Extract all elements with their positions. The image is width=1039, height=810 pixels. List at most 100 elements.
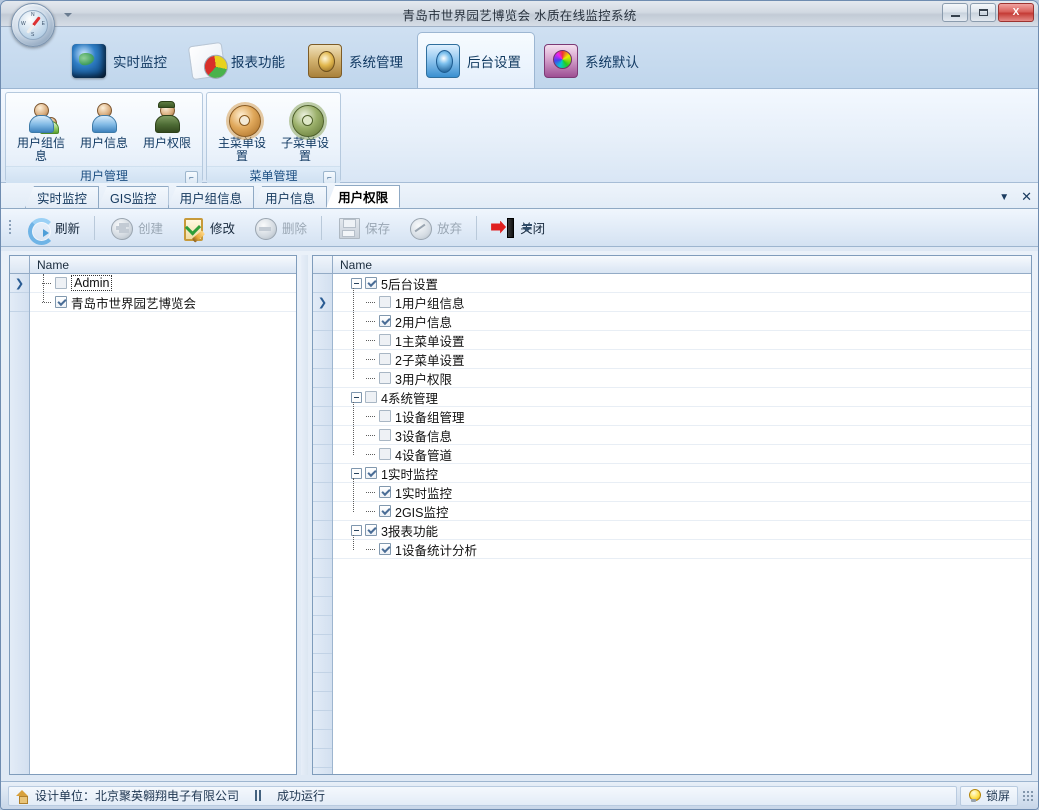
ribbon-button-user-group-info[interactable]: 用户组信息 (10, 97, 72, 166)
ribbon-button-user-info[interactable]: 用户信息 (73, 97, 135, 153)
close-icon[interactable]: ✕ (1021, 189, 1032, 205)
ribbon-tab-system-default[interactable]: 系统默认 (535, 32, 653, 88)
row-label: 2子菜单设置 (395, 350, 464, 369)
lock-screen-button[interactable]: 锁屏 (960, 786, 1018, 806)
row-checkbox[interactable] (55, 296, 67, 308)
row-checkbox[interactable] (365, 391, 377, 403)
document-tab-strip: 实时监控 GIS监控 用户组信息 用户信息 用户权限 ▼ ✕ (1, 183, 1038, 209)
table-row[interactable]: 1用户组信息 (333, 293, 1031, 312)
ribbon-tab-realtime[interactable]: 实时监控 (63, 32, 181, 88)
ribbon-button-main-menu-setting[interactable]: 主菜单设置 (211, 97, 273, 166)
table-row[interactable]: 3用户权限 (333, 369, 1031, 388)
toolbar-drag-handle[interactable] (7, 217, 14, 239)
row-checkbox[interactable] (379, 372, 391, 384)
table-row[interactable]: 青岛市世界园艺博览会 (30, 293, 296, 312)
ribbon-panel: 用户组信息 用户信息 用户权限 用户管理 ⌐ 主菜单设置 (1, 89, 1038, 183)
row-checkbox[interactable] (379, 486, 391, 498)
ribbon-tab-system-manage[interactable]: 系统管理 (299, 32, 417, 88)
table-row[interactable]: 2用户信息 (333, 312, 1031, 331)
table-row[interactable]: 1主菜单设置 (333, 331, 1031, 350)
ribbon-tab-label: 实时监控 (113, 51, 167, 71)
row-indicator[interactable] (313, 540, 332, 559)
row-indicator[interactable] (313, 426, 332, 445)
table-row[interactable]: 2GIS监控 (333, 502, 1031, 521)
toolbar-overflow-button[interactable] (520, 218, 534, 238)
right-column-header-name: Name (333, 256, 1031, 273)
row-checkbox[interactable] (379, 543, 391, 555)
tab-user-info[interactable]: 用户信息 (253, 186, 327, 208)
row-checkbox[interactable] (379, 410, 391, 422)
table-row[interactable]: 1实时监控 (333, 464, 1031, 483)
table-row[interactable]: 1实时监控 (333, 483, 1031, 502)
button-label: 修改 (210, 218, 235, 237)
refresh-button[interactable]: 刷新 (18, 213, 88, 243)
row-indicator[interactable] (313, 369, 332, 388)
row-checkbox[interactable] (365, 277, 377, 289)
row-indicator[interactable] (313, 312, 332, 331)
tab-user-permission[interactable]: 用户权限 (326, 185, 400, 208)
row-checkbox[interactable] (379, 505, 391, 517)
row-indicator[interactable] (313, 350, 332, 369)
discard-button[interactable]: 放弃 (400, 213, 470, 243)
application-orb-button[interactable]: NS WE (11, 3, 55, 47)
row-checkbox[interactable] (55, 277, 67, 289)
row-indicator[interactable] (313, 483, 332, 502)
create-button[interactable]: 创建 (101, 213, 171, 243)
ribbon-tab-report[interactable]: 报表功能 (181, 32, 299, 88)
ribbon-button-sub-menu-setting[interactable]: 子菜单设置 (274, 97, 336, 166)
row-indicator[interactable] (313, 464, 332, 483)
row-indicator[interactable] (313, 388, 332, 407)
table-row[interactable]: 3报表功能 (333, 521, 1031, 540)
table-row[interactable]: 3设备信息 (333, 426, 1031, 445)
ribbon-button-user-permission[interactable]: 用户权限 (136, 97, 198, 153)
minimize-button[interactable] (942, 3, 968, 22)
application-window: NS WE 青岛市世界园艺博览会 水质在线监控系统 X 实时监控 报表功能 (0, 0, 1039, 810)
collapse-expand-icon[interactable] (351, 525, 362, 536)
collapse-expand-icon[interactable] (351, 392, 362, 403)
row-label: 3设备信息 (395, 426, 452, 445)
tab-gis-monitor[interactable]: GIS监控 (98, 186, 169, 208)
row-indicator[interactable]: ❯ (10, 274, 29, 293)
row-indicator[interactable] (313, 445, 332, 464)
tab-user-group-info[interactable]: 用户组信息 (168, 186, 255, 208)
chevron-down-icon[interactable]: ▼ (999, 192, 1009, 203)
table-row[interactable]: 1设备组管理 (333, 407, 1031, 426)
panel-splitter[interactable] (301, 255, 308, 775)
modify-button[interactable]: 修改 (173, 213, 243, 243)
row-indicator[interactable] (313, 502, 332, 521)
row-checkbox[interactable] (379, 334, 391, 346)
collapse-expand-icon[interactable] (351, 468, 362, 479)
resize-grip-icon[interactable] (1022, 790, 1034, 802)
row-indicator-empty (313, 673, 332, 692)
row-indicator[interactable] (10, 293, 29, 312)
table-row[interactable]: 2子菜单设置 (333, 350, 1031, 369)
row-indicator-empty (313, 597, 332, 616)
close-button[interactable]: X (998, 3, 1034, 22)
save-button[interactable]: 保存 (328, 213, 398, 243)
table-row[interactable]: 1设备统计分析 (333, 540, 1031, 559)
row-indicator[interactable] (313, 274, 332, 293)
ribbon-tab-backstage[interactable]: 后台设置 (417, 32, 535, 88)
close-view-button[interactable]: 关闭 (483, 213, 553, 243)
delete-button[interactable]: 删除 (245, 213, 315, 243)
table-row[interactable]: 5后台设置 (333, 274, 1031, 293)
maximize-button[interactable] (970, 3, 996, 22)
row-indicator[interactable] (313, 521, 332, 540)
table-row[interactable]: 4系统管理 (333, 388, 1031, 407)
row-checkbox[interactable] (379, 353, 391, 365)
collapse-expand-icon[interactable] (351, 278, 362, 289)
row-checkbox[interactable] (365, 467, 377, 479)
row-checkbox[interactable] (379, 296, 391, 308)
row-indicator[interactable] (313, 407, 332, 426)
row-indicator-empty (313, 692, 332, 711)
table-row[interactable]: 4设备管道 (333, 445, 1031, 464)
row-checkbox[interactable] (379, 448, 391, 460)
row-checkbox[interactable] (379, 429, 391, 441)
row-checkbox[interactable] (365, 524, 377, 536)
row-indicator[interactable] (313, 331, 332, 350)
tab-realtime-monitor[interactable]: 实时监控 (25, 186, 99, 208)
row-indicator[interactable]: ❯ (313, 293, 332, 312)
row-checkbox[interactable] (379, 315, 391, 327)
ribbon-group-user-management: 用户组信息 用户信息 用户权限 用户管理 ⌐ (5, 92, 203, 182)
table-row[interactable]: Admin (30, 274, 296, 293)
